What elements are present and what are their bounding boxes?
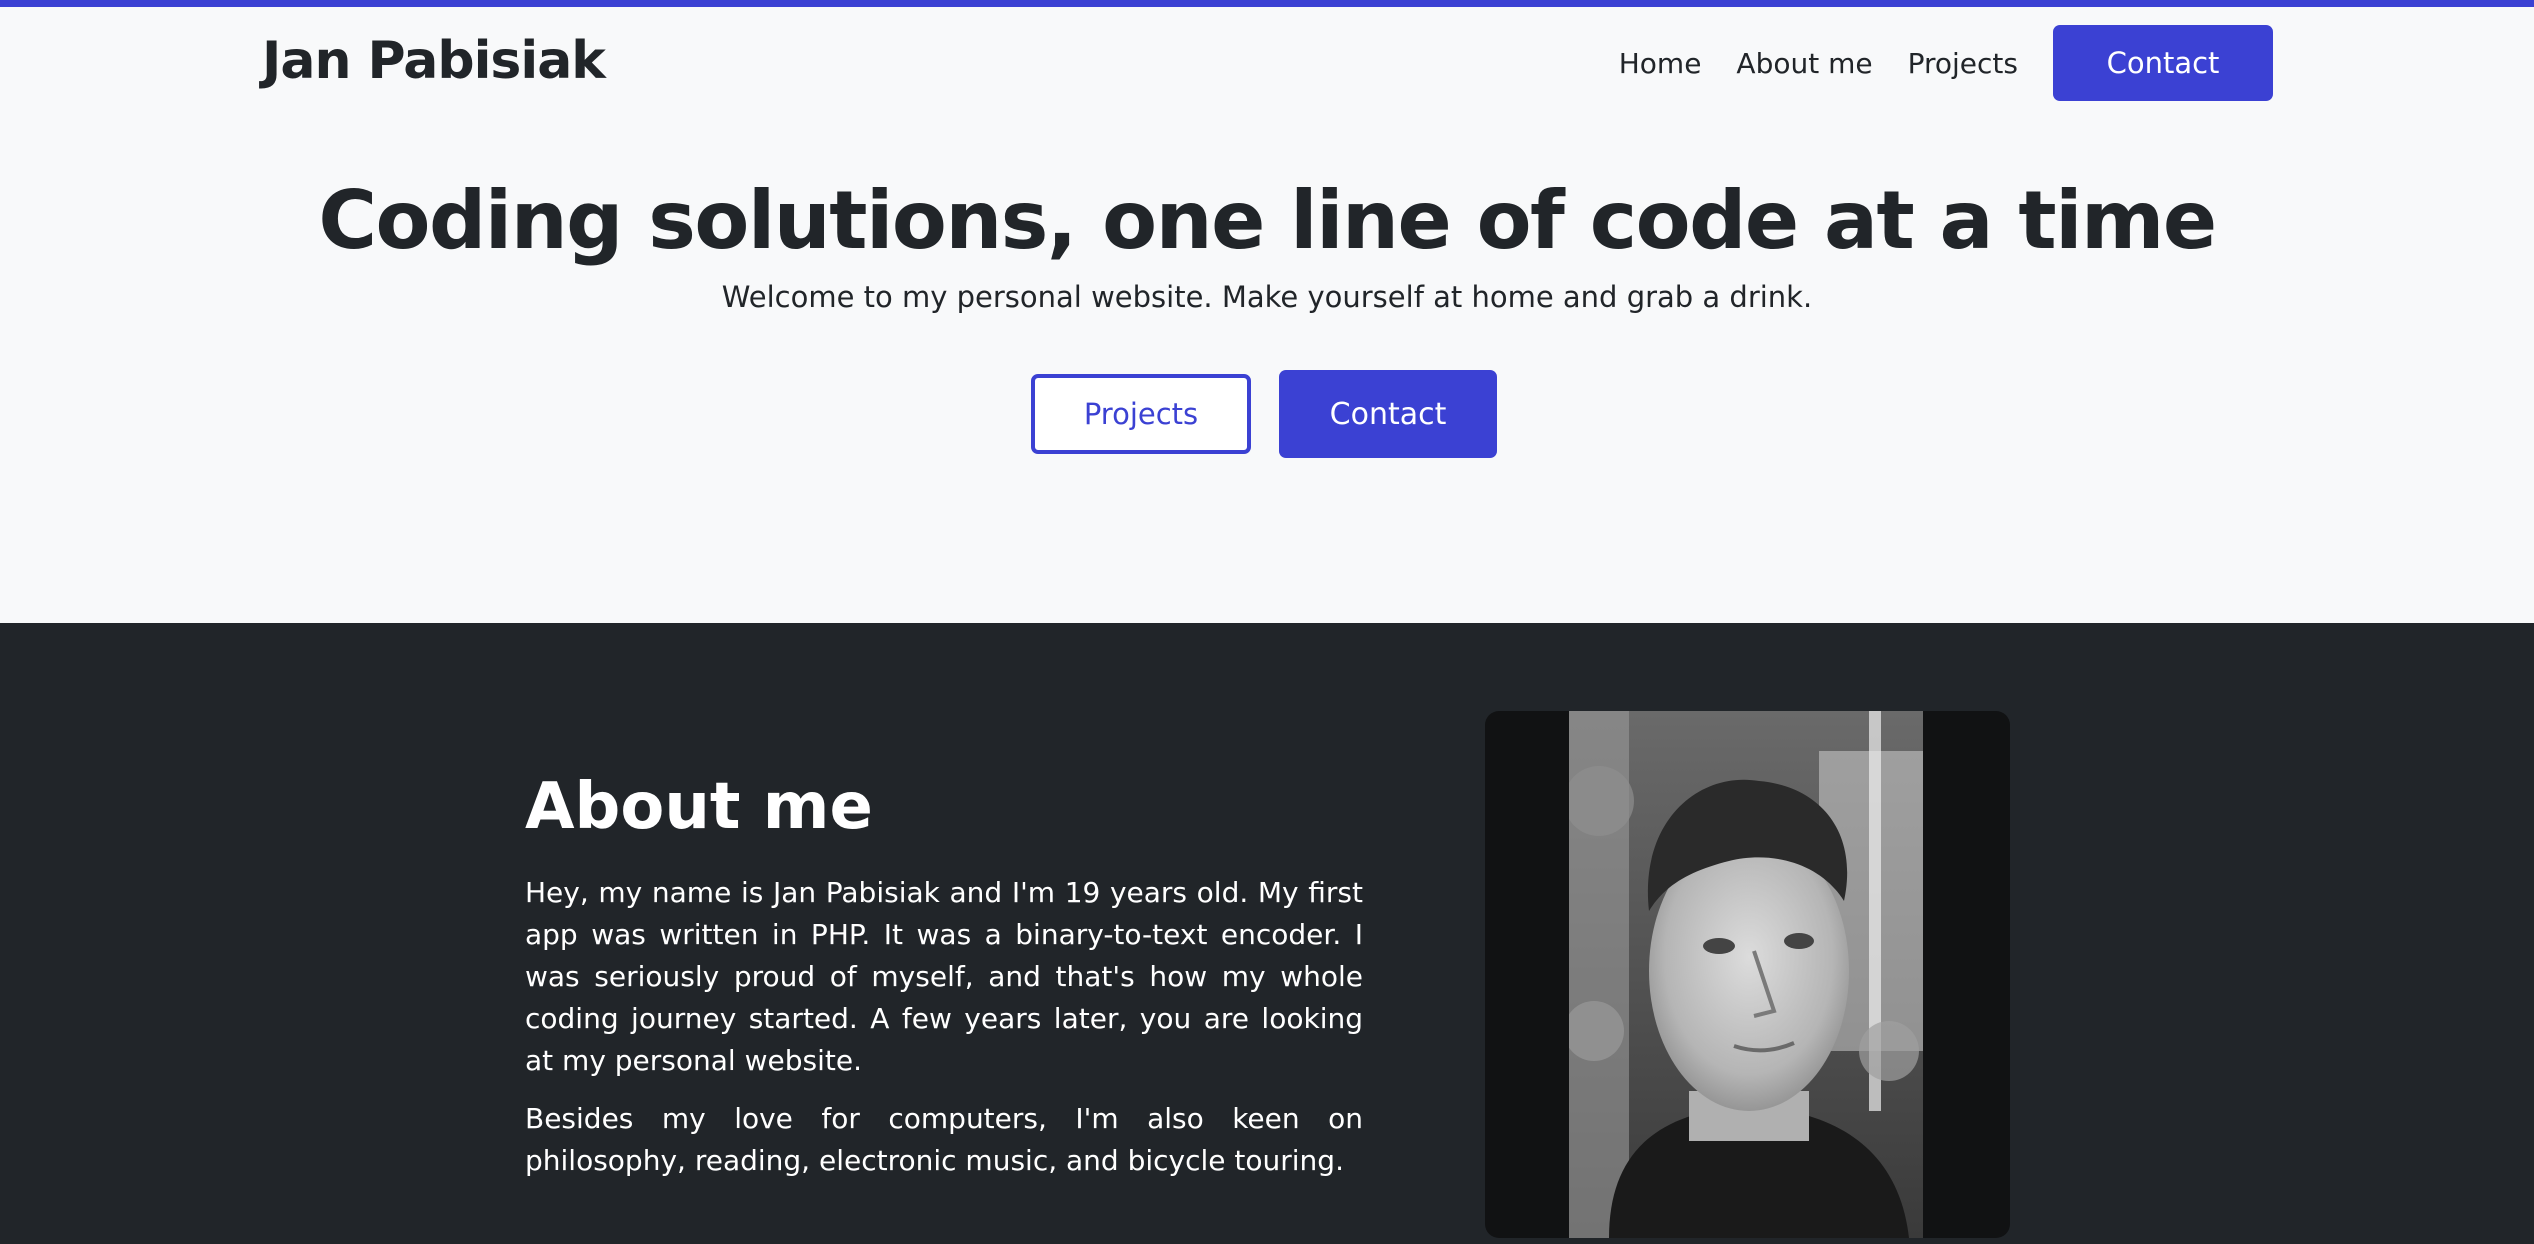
profile-photo — [1569, 711, 1923, 1238]
profile-photo-frame — [1485, 711, 2010, 1238]
nav-link-projects[interactable]: Projects — [1908, 47, 2018, 80]
nav-link-about[interactable]: About me — [1736, 47, 1872, 80]
about-paragraph-2: Besides my love for computers, I'm also … — [525, 1102, 1363, 1177]
projects-button[interactable]: Projects — [1031, 374, 1251, 454]
hero-title: Coding solutions, one line of code at a … — [318, 174, 2217, 267]
brand-logo[interactable]: Jan Pabisiak — [262, 31, 606, 91]
hero-subtitle: Welcome to my personal website. Make you… — [721, 280, 1813, 314]
about-title: About me — [525, 770, 873, 844]
nav-links: Home About me Projects Contact — [1619, 25, 2273, 101]
top-accent-bar — [0, 0, 2534, 7]
hero-buttons: Projects Contact — [1031, 370, 1497, 458]
nav-contact-button[interactable]: Contact — [2053, 25, 2273, 101]
about-section: About me Hey, my name is Jan Pabisiak an… — [0, 623, 2534, 1244]
about-paragraph-1: Hey, my name is Jan Pabisiak and I'm 19 … — [525, 876, 1363, 1077]
nav-link-home[interactable]: Home — [1619, 47, 1702, 80]
navbar: Jan Pabisiak Home About me Projects Cont… — [0, 7, 2534, 119]
contact-button[interactable]: Contact — [1279, 370, 1497, 458]
about-text: Hey, my name is Jan Pabisiak and I'm 19 … — [525, 872, 1363, 1198]
hero-section: Coding solutions, one line of code at a … — [0, 119, 2534, 623]
